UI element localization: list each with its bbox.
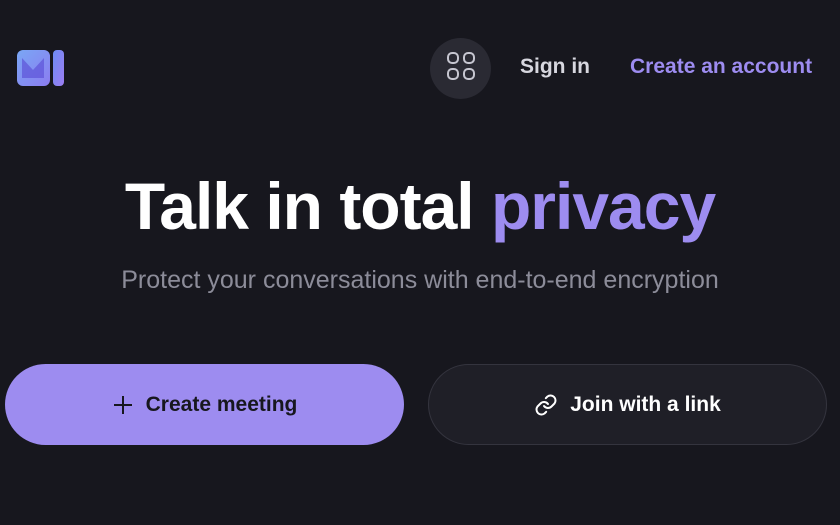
create-meeting-button[interactable]: Create meeting xyxy=(5,364,404,445)
page-title: Talk in total privacy xyxy=(0,168,840,244)
apps-button[interactable] xyxy=(430,38,491,99)
join-with-link-label: Join with a link xyxy=(570,392,721,416)
title-accent: privacy xyxy=(490,169,716,243)
link-icon xyxy=(534,393,558,417)
apps-grid-icon xyxy=(446,51,476,86)
create-meeting-label: Create meeting xyxy=(145,392,298,416)
plus-icon xyxy=(112,394,134,416)
join-with-link-button[interactable]: Join with a link xyxy=(428,364,827,445)
video-logo-icon[interactable] xyxy=(16,48,66,88)
page-subtitle: Protect your conversations with end-to-e… xyxy=(121,266,719,294)
create-account-link[interactable]: Create an account xyxy=(630,55,812,79)
title-main: Talk in total xyxy=(124,169,491,243)
page: Sign in Create an account Talk in total … xyxy=(0,0,840,525)
sign-in-link[interactable]: Sign in xyxy=(520,55,590,79)
